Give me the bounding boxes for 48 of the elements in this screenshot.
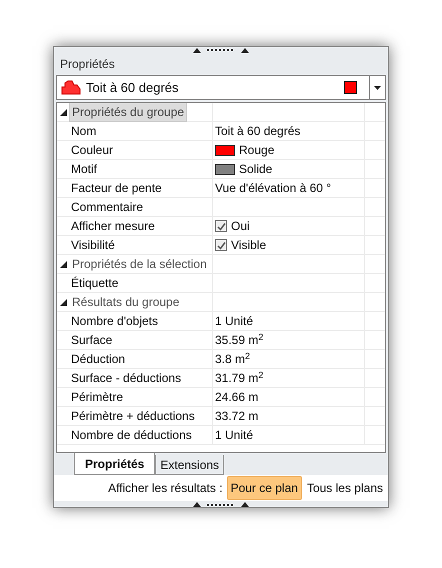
property-name: Nom: [71, 123, 96, 140]
property-name: Périmètre: [71, 389, 124, 406]
property-value: 1 Unité: [215, 427, 254, 444]
group-selector[interactable]: Toit à 60 degrés: [56, 75, 386, 100]
property-value: 1 Unité: [215, 313, 254, 330]
property-name: Facteur de pente: [71, 180, 162, 197]
selector-label: Toit à 60 degrés: [86, 78, 180, 97]
property-name: Nombre de déductions: [71, 427, 192, 444]
property-value: Solide: [239, 161, 272, 178]
property-value: 3.8 m$^{2}$: [215, 350, 250, 368]
roof-icon: [61, 80, 81, 95]
property-value: Visible: [231, 237, 266, 254]
expand-toggle-icon[interactable]: [60, 260, 67, 268]
expand-toggle-icon[interactable]: [60, 298, 67, 306]
property-value: Rouge: [239, 142, 274, 159]
property-name: Commentaire: [71, 199, 144, 216]
property-name: Étiquette: [71, 275, 118, 292]
caret-icon: [374, 86, 381, 90]
category-header[interactable]: Propriétés du groupe: [69, 103, 188, 122]
category-header[interactable]: Résultats du groupe: [69, 293, 182, 311]
property-name: Périmètre + déductions: [71, 408, 195, 425]
property-value: 31.79 m$^{2}$: [215, 369, 264, 387]
scope-button[interactable]: Tous les plans: [306, 477, 384, 499]
scope-button[interactable]: Pour ce plan: [226, 476, 302, 500]
property-value: 24.66 m: [215, 389, 258, 406]
tab[interactable]: Extensions: [155, 455, 224, 475]
property-value: 35.59 m$^{2}$: [215, 331, 264, 349]
property-name: Couleur: [71, 142, 114, 159]
property-name: Afficher mesure: [71, 218, 155, 235]
checkbox[interactable]: [215, 239, 227, 251]
expand-toggle-icon[interactable]: [60, 108, 67, 116]
category-header[interactable]: Propriétés de la sélection: [69, 255, 210, 273]
property-name: Nombre d'objets: [71, 313, 158, 330]
grip-handle-icon[interactable]: [193, 501, 249, 507]
checkbox[interactable]: [215, 220, 227, 232]
property-value: Oui: [231, 218, 250, 235]
property-value: Toit à 60 degrés: [215, 123, 300, 140]
panel-title: Propriétés: [60, 57, 115, 71]
property-name: Visibilité: [71, 237, 115, 254]
grip-handle-icon[interactable]: [193, 47, 249, 53]
tab[interactable]: Propriétés: [74, 453, 156, 475]
property-value: 33.72 m: [215, 408, 258, 425]
property-name: Motif: [71, 161, 98, 178]
property-value: Vue d'élévation à 60 °: [215, 180, 332, 197]
results-label: Afficher les résultats :: [108, 480, 223, 497]
property-name: Surface: [71, 332, 112, 349]
property-name: Surface - déductions: [71, 370, 182, 387]
property-name: Déduction: [71, 351, 126, 368]
